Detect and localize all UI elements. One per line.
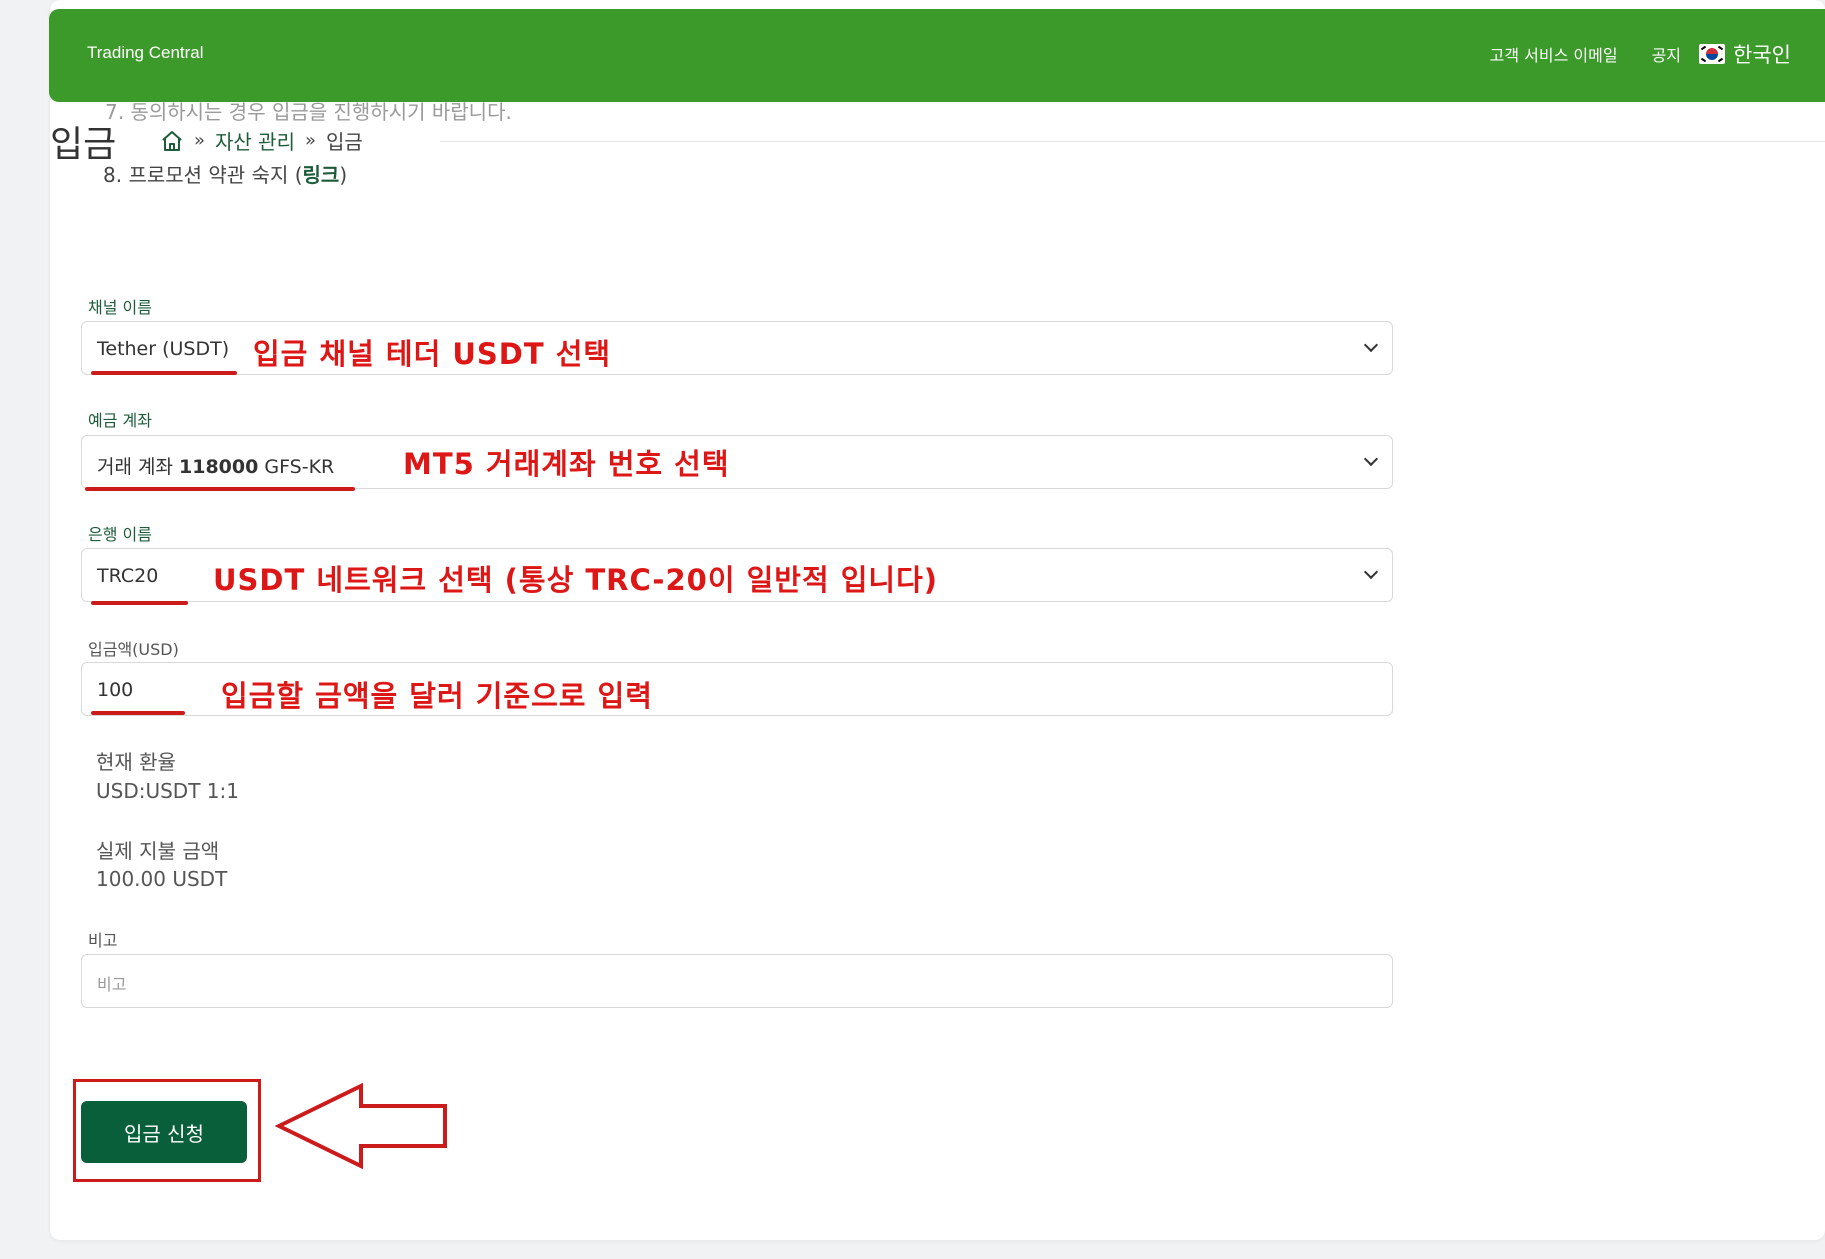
actual-payment-value: 100.00 USDT	[96, 867, 228, 891]
home-icon[interactable]	[160, 129, 184, 153]
breadcrumb-separator: »	[304, 130, 316, 151]
actual-payment-label: 실제 지불 금액	[96, 839, 220, 863]
account-label: 예금 계좌	[88, 411, 152, 430]
account-suffix: GFS-KR	[258, 456, 335, 478]
top-nav: 고객 서비스 이메일 공지 한국인	[1456, 39, 1791, 69]
account-value: 거래 계좌 118000 GFS-KR	[97, 452, 334, 479]
annotation-account: MT5 거래계좌 번호 선택	[403, 447, 730, 481]
breadcrumb: » 자산 관리 » 입금	[160, 126, 363, 155]
account-number: 118000	[179, 456, 259, 478]
annotation-underline	[91, 711, 185, 715]
annotation-channel: 입금 채널 테더 USDT 선택	[253, 337, 612, 371]
amount-label: 입금액(USD)	[88, 640, 179, 659]
channel-value: Tether (USDT)	[97, 338, 230, 360]
annotation-amount: 입금할 금액을 달러 기준으로 입력	[221, 679, 653, 713]
language-selector[interactable]: 한국인	[1733, 39, 1791, 69]
top-navbar: Trading Central 고객 서비스 이메일 공지 한국인	[49, 9, 1825, 102]
account-select[interactable]: 거래 계좌 118000 GFS-KR	[81, 435, 1393, 489]
brand-logo[interactable]: Trading Central	[87, 43, 204, 63]
promotion-notice-text: 8. 프로모션 약관 숙지 (	[103, 163, 303, 187]
submit-deposit-button[interactable]: 입금 신청	[81, 1101, 247, 1163]
korea-flag-icon	[1699, 44, 1726, 64]
promotion-notice: 8. 프로모션 약관 숙지 (링크)	[103, 159, 347, 188]
promotion-notice-suffix: )	[339, 163, 348, 187]
breadcrumb-current: 입금	[326, 130, 363, 154]
account-prefix: 거래 계좌	[97, 456, 179, 478]
chevron-down-icon	[1363, 451, 1379, 467]
bank-value: TRC20	[97, 565, 159, 587]
nav-customer-email[interactable]: 고객 서비스 이메일	[1490, 42, 1618, 66]
exchange-rate-label: 현재 환율	[96, 750, 176, 774]
pointer-arrow-icon	[275, 1082, 447, 1170]
amount-value: 100	[97, 679, 134, 701]
remark-label: 비고	[88, 931, 118, 950]
annotation-underline	[85, 487, 355, 491]
chevron-down-icon	[1363, 564, 1379, 580]
annotation-bank: USDT 네트워크 선택 (통상 TRC-20이 일반적 입니다)	[213, 563, 939, 597]
remark-input[interactable]: 비고	[81, 954, 1393, 1008]
annotation-underline	[91, 601, 188, 605]
nav-notice[interactable]: 공지	[1652, 42, 1681, 66]
promotion-terms-link[interactable]: 링크	[303, 163, 340, 187]
divider	[440, 141, 1825, 142]
bank-label: 은행 이름	[88, 525, 152, 544]
exchange-rate-value: USD:USDT 1:1	[96, 779, 239, 803]
breadcrumb-asset-management[interactable]: 자산 관리	[215, 126, 295, 155]
chevron-down-icon	[1363, 337, 1379, 353]
annotation-underline	[91, 371, 237, 375]
remark-placeholder: 비고	[97, 975, 127, 994]
breadcrumb-separator: »	[194, 130, 206, 151]
channel-label: 채널 이름	[88, 298, 152, 317]
